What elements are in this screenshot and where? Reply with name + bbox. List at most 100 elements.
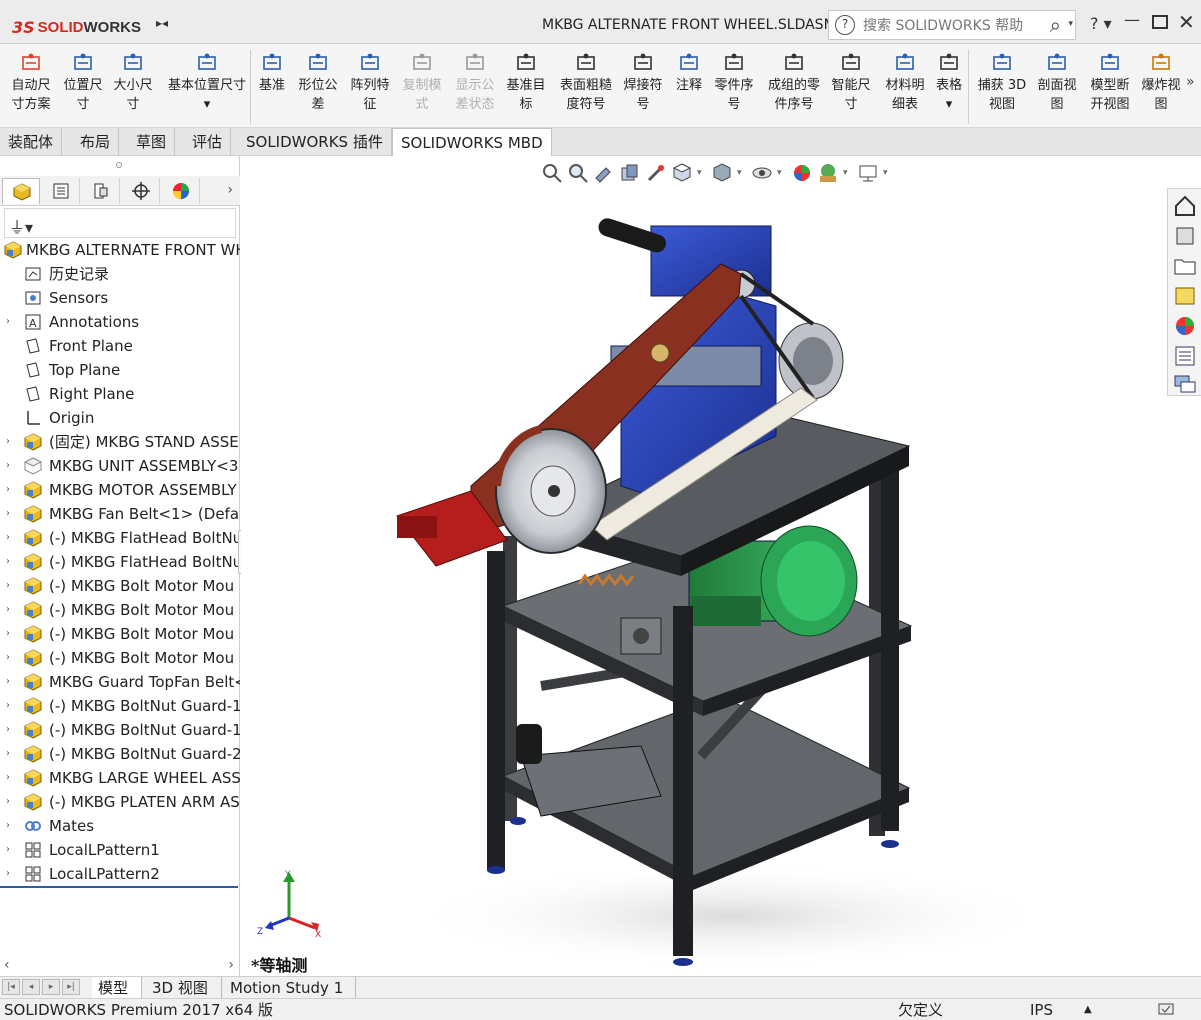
assembly-model-render[interactable] xyxy=(241,156,1201,976)
tree-item[interactable]: › (-) MKBG Bolt Motor Mou xyxy=(0,622,240,646)
expand-arrow-icon[interactable]: › xyxy=(6,574,16,598)
filter-icon[interactable]: ⏚▾ xyxy=(9,214,33,238)
view-palette-icon[interactable] xyxy=(1172,283,1198,309)
tree-item[interactable]: › (-) MKBG Bolt Motor Mou xyxy=(0,646,240,670)
chevron-right-icon[interactable]: › xyxy=(227,182,233,198)
bottom-tab-0[interactable]: 模型 xyxy=(92,977,142,999)
tree-item[interactable]: › (-) MKBG BoltNut Guard-1 xyxy=(0,694,240,718)
ribbon-button-18[interactable]: 捕获 3D 视图 xyxy=(974,52,1030,114)
expand-arrow-icon[interactable]: › xyxy=(6,766,16,790)
tree-item[interactable]: › (固定) MKBG STAND ASSE xyxy=(0,430,240,454)
tree-item[interactable]: Right Plane xyxy=(0,382,240,406)
close-button[interactable]: ✕ xyxy=(1178,10,1195,34)
tree-item[interactable]: › (-) MKBG FlatHead BoltNu xyxy=(0,526,240,550)
scroll-left-icon[interactable]: ‹ xyxy=(4,957,10,973)
ribbon-button-19[interactable]: 剖面视图 xyxy=(1033,52,1081,114)
tree-root-assembly[interactable]: MKBG ALTERNATE FRONT WH xyxy=(0,238,240,262)
forum-icon[interactable] xyxy=(1172,371,1198,397)
solidworks-logo[interactable]: 3S SOLIDWORKS xyxy=(12,12,152,42)
appearances-icon[interactable] xyxy=(1172,313,1198,339)
expand-arrow-icon[interactable]: › xyxy=(6,478,16,502)
ribbon-button-15[interactable]: 智能尺寸 xyxy=(828,52,874,114)
ribbon-button-6[interactable]: 阵列特征 xyxy=(346,52,394,114)
stand-leg-front-right[interactable] xyxy=(881,461,899,831)
minimize-button[interactable]: — xyxy=(1124,10,1140,29)
tab-display-manager[interactable] xyxy=(162,178,200,204)
adjust-knob[interactable] xyxy=(650,343,670,363)
ribbon-button-17[interactable]: 表格 ▾ xyxy=(932,52,966,114)
tree-item[interactable]: Sensors xyxy=(0,286,240,310)
platen-arm-roller[interactable] xyxy=(516,724,542,764)
tab-feature-manager[interactable] xyxy=(2,178,40,204)
stand-leg-front-center[interactable] xyxy=(673,606,693,956)
tab-command-0[interactable]: 装配体 xyxy=(0,128,63,156)
tree-item[interactable]: › LocalLPattern1 xyxy=(0,838,240,862)
tab-configuration-manager[interactable] xyxy=(82,178,120,204)
expand-arrow-icon[interactable]: › xyxy=(6,454,16,478)
ribbon-overflow-icon[interactable]: » xyxy=(1186,74,1195,90)
expand-arrow-icon[interactable]: › xyxy=(6,430,16,454)
ribbon-button-2[interactable]: 大小尺寸 xyxy=(110,52,156,114)
tree-filter[interactable]: ⏚▾ xyxy=(4,208,236,238)
expand-arrow-icon[interactable]: › xyxy=(6,814,16,838)
ribbon-button-21[interactable]: 爆炸视图 xyxy=(1138,52,1184,114)
ribbon-button-7[interactable]: 复制模式 xyxy=(398,52,446,114)
tab-command-5[interactable]: SOLIDWORKS MBD xyxy=(392,128,552,156)
tab-command-2[interactable]: 草图 xyxy=(128,128,176,156)
expand-arrow-icon[interactable]: › xyxy=(6,862,16,886)
tree-item[interactable]: › MKBG Guard TopFan Belt< xyxy=(0,670,240,694)
expand-arrow-icon[interactable]: › xyxy=(6,310,16,334)
help-menu-button[interactable]: ? ▾ xyxy=(1090,14,1112,33)
tree-item[interactable]: › (-) MKBG BoltNut Guard-2 xyxy=(0,742,240,766)
tree-item[interactable]: › (-) MKBG Bolt Motor Mou xyxy=(0,598,240,622)
tree-item[interactable]: › MKBG UNIT ASSEMBLY<3 xyxy=(0,454,240,478)
ribbon-button-0[interactable]: 自动尺 寸方案 xyxy=(6,52,56,114)
expand-arrow-icon[interactable]: › xyxy=(6,646,16,670)
prev-tab-icon[interactable]: ◂ xyxy=(22,979,40,995)
unit-system-arrow-icon[interactable]: ▲ xyxy=(1084,999,1092,1020)
ribbon-button-11[interactable]: 焊接符号 xyxy=(620,52,666,114)
rollback-bar[interactable] xyxy=(0,886,238,888)
tree-item[interactable]: › (-) MKBG Bolt Motor Mou xyxy=(0,574,240,598)
next-tab-icon[interactable]: ▸ xyxy=(42,979,60,995)
pane-grip-handle[interactable] xyxy=(116,162,122,168)
help-search-box[interactable]: ? 搜索 SOLIDWORKS 帮助 ⌕ ▾ xyxy=(828,10,1076,40)
chevron-down-icon[interactable]: ▾ xyxy=(1068,19,1073,29)
pin-menu-icon[interactable]: ▸◂ xyxy=(156,16,172,32)
ribbon-button-8[interactable]: 显示公 差状态 xyxy=(450,52,500,114)
tree-item[interactable]: › (-) MKBG PLATEN ARM AS xyxy=(0,790,240,814)
bottom-tab-2[interactable]: Motion Study 1 xyxy=(224,977,356,999)
home-icon[interactable] xyxy=(1172,193,1198,219)
tree-item[interactable]: › MKBG Fan Belt<1> (Defau xyxy=(0,502,240,526)
ribbon-button-20[interactable]: 模型断 开视图 xyxy=(1086,52,1134,114)
ribbon-button-12[interactable]: 注释 xyxy=(672,52,706,95)
ribbon-button-14[interactable]: 成组的零 件序号 xyxy=(762,52,826,114)
help-search-input[interactable]: 搜索 SOLIDWORKS 帮助 xyxy=(863,15,1023,35)
file-explorer-icon[interactable] xyxy=(1172,253,1198,279)
tab-command-4[interactable]: SOLIDWORKS 插件 xyxy=(238,128,392,156)
expand-arrow-icon[interactable]: › xyxy=(6,790,16,814)
tree-item[interactable]: › LocalLPattern2 xyxy=(0,862,240,886)
ribbon-button-5[interactable]: 形位公差 xyxy=(294,52,342,114)
tree-item[interactable]: › (-) MKBG FlatHead BoltNu xyxy=(0,550,240,574)
tree-item[interactable]: › MKBG MOTOR ASSEMBLY xyxy=(0,478,240,502)
tree-item[interactable]: › A Annotations xyxy=(0,310,240,334)
expand-arrow-icon[interactable]: › xyxy=(6,526,16,550)
ribbon-button-1[interactable]: 位置尺寸 xyxy=(60,52,106,114)
expand-arrow-icon[interactable]: › xyxy=(6,838,16,862)
tree-item[interactable]: Origin xyxy=(0,406,240,430)
unit-system[interactable]: IPS xyxy=(1030,999,1053,1020)
ribbon-button-3[interactable]: 基本位置尺寸 ▾ xyxy=(162,52,252,114)
expand-arrow-icon[interactable]: › xyxy=(6,694,16,718)
custom-properties-icon[interactable] xyxy=(1172,343,1198,369)
tab-property-manager[interactable] xyxy=(42,178,80,204)
bottom-tab-1[interactable]: 3D 视图 xyxy=(146,977,222,999)
expand-arrow-icon[interactable]: › xyxy=(6,622,16,646)
expand-arrow-icon[interactable]: › xyxy=(6,742,16,766)
ribbon-button-13[interactable]: 零件序号 xyxy=(710,52,758,114)
tree-item[interactable]: › Mates xyxy=(0,814,240,838)
maximize-button[interactable] xyxy=(1152,15,1168,29)
tension-handle[interactable] xyxy=(596,216,668,255)
expand-arrow-icon[interactable]: › xyxy=(6,550,16,574)
tab-command-3[interactable]: 评估 xyxy=(184,128,232,156)
